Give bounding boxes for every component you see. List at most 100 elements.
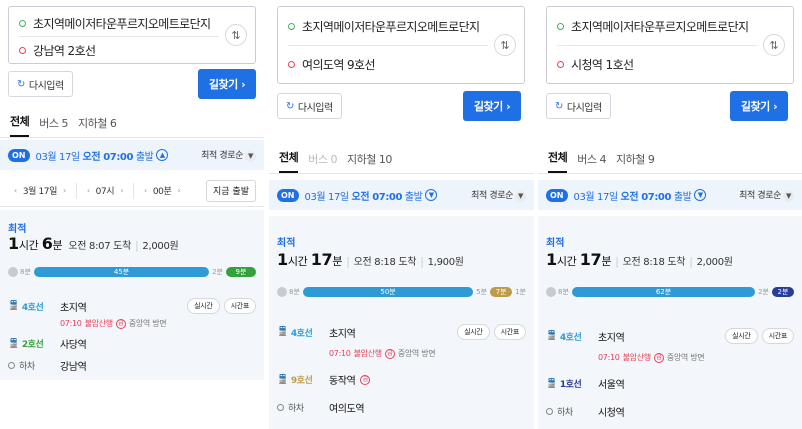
tab-subway[interactable]: 지하철 9 bbox=[616, 151, 655, 173]
result-tabs: 전체 버스 4 지하철 9 bbox=[538, 146, 802, 174]
tab-all[interactable]: 전체 bbox=[279, 149, 299, 173]
realtime-button[interactable]: 실시간 bbox=[187, 298, 220, 314]
route-result[interactable]: 최적 1 시간 17 분 | 오전 8:18 도착 | 1,900원 8분 50… bbox=[269, 216, 534, 429]
divider: | bbox=[134, 239, 139, 252]
departure-toggle[interactable]: ON bbox=[277, 188, 299, 202]
tab-all[interactable]: 전체 bbox=[548, 149, 568, 173]
swap-icon[interactable]: ⇅ bbox=[763, 34, 785, 56]
minutes: 17 bbox=[310, 250, 333, 269]
next-icon[interactable]: › bbox=[120, 186, 123, 195]
minute-value: 00분 bbox=[152, 187, 172, 197]
departure-toggle[interactable]: ON bbox=[546, 188, 568, 202]
next-icon[interactable]: › bbox=[177, 186, 180, 195]
tab-subway[interactable]: 지하철 6 bbox=[78, 115, 117, 137]
tab-all[interactable]: 전체 bbox=[10, 113, 30, 137]
prev-icon[interactable]: ‹ bbox=[144, 186, 147, 195]
express-icon: 급 bbox=[653, 352, 664, 363]
hours-unit: 시간 bbox=[18, 239, 39, 252]
minutes-unit: 분 bbox=[52, 239, 63, 252]
route-result[interactable]: 최적 1 시간 6 분 오전 8:07 도착 | 2,000원 8분 45분 2… bbox=[0, 210, 264, 380]
realtime-button[interactable]: 실시간 bbox=[457, 324, 490, 340]
next-icon[interactable]: › bbox=[63, 186, 66, 195]
timetable-button[interactable]: 시간표 bbox=[493, 324, 526, 340]
chevron-down-icon: ▼ bbox=[515, 191, 526, 202]
departure-text[interactable]: 03월 17일 오전 07:00 출발 bbox=[36, 148, 154, 163]
line-label: 하차 bbox=[8, 359, 60, 372]
origin-field[interactable]: 초지역메이저타운푸르지오메트로단지 bbox=[288, 13, 488, 39]
minute-stepper[interactable]: ‹ 00분 › bbox=[138, 180, 186, 202]
chevron-down-icon[interactable]: ▼ bbox=[694, 189, 707, 201]
ride-duration: 9분 bbox=[235, 268, 247, 276]
train-destination: 불암산행 bbox=[84, 319, 114, 328]
tab-bus[interactable]: 버스 0 bbox=[308, 151, 337, 173]
origin-field[interactable]: 초지역메이저타운푸르지오메트로단지 bbox=[19, 10, 219, 36]
timetable-button[interactable]: 시간표 bbox=[223, 298, 256, 314]
train-time: 07:10 bbox=[598, 353, 620, 362]
origin-text: 초지역메이저타운푸르지오메트로단지 bbox=[302, 19, 480, 34]
realtime-button[interactable]: 실시간 bbox=[725, 328, 758, 344]
route-result[interactable]: 최적 1 시간 17 분 | 오전 8:18 도착 | 2,000원 8분 62… bbox=[538, 216, 802, 429]
line-name: 2호선 bbox=[21, 340, 44, 350]
find-route-button[interactable]: 길찾기 › bbox=[463, 91, 521, 121]
destination-field[interactable]: 강남역 2호선 bbox=[19, 37, 219, 63]
arrival-time: 오전 8:18 도착 bbox=[353, 257, 417, 268]
walk-duration: 2분 bbox=[212, 268, 223, 276]
train-info: 07:10 불암산행 급 중앙역 방면 bbox=[598, 352, 705, 363]
prev-icon[interactable]: ‹ bbox=[14, 186, 17, 195]
date-stepper[interactable]: ‹ 3월 17일 › bbox=[8, 180, 72, 202]
reset-button[interactable]: ↻ 다시입력 bbox=[546, 93, 611, 119]
destination-field[interactable]: 여의도역 9호선 bbox=[288, 51, 488, 77]
departure-suffix: 출발 bbox=[404, 191, 423, 203]
duration-summary: 1 시간 17 분 | 오전 8:18 도착 | 2,000원 bbox=[546, 250, 733, 269]
departure-text[interactable]: 03월 17일 오전 07:00 출발 bbox=[574, 188, 692, 203]
start-dot-icon bbox=[288, 22, 295, 30]
chevron-up-icon[interactable]: ▲ bbox=[156, 149, 169, 161]
swap-icon[interactable]: ⇅ bbox=[494, 34, 516, 56]
route-search-box: 초지역메이저타운푸르지오메트로단지 여의도역 9호선 ⇅ bbox=[277, 6, 525, 84]
route-step: 하차 여의도역 bbox=[277, 400, 526, 415]
sort-dropdown[interactable]: 최적 경로순 ▼ bbox=[201, 148, 256, 162]
tab-bus[interactable]: 버스 4 bbox=[577, 151, 606, 173]
line-name: 하차 bbox=[19, 362, 35, 372]
tab-bus[interactable]: 버스 5 bbox=[39, 115, 68, 137]
walk-segment: 2분 bbox=[758, 287, 769, 297]
date-value: 3월 17일 bbox=[22, 187, 58, 197]
timetable-button[interactable]: 시간표 bbox=[761, 328, 794, 344]
swap-icon[interactable]: ⇅ bbox=[225, 24, 247, 46]
destination-field[interactable]: 시청역 1호선 bbox=[557, 51, 757, 77]
reset-button[interactable]: ↻ 다시입력 bbox=[277, 93, 342, 119]
line-label: 🚆 9호선 bbox=[277, 373, 329, 387]
express-icon: 급 bbox=[384, 348, 395, 359]
chevron-down-icon[interactable]: ▼ bbox=[425, 189, 438, 201]
prev-icon[interactable]: ‹ bbox=[87, 186, 90, 195]
ride-duration: 7분 bbox=[495, 288, 507, 296]
refresh-icon: ↻ bbox=[17, 78, 25, 90]
sort-label: 최적 경로순 bbox=[471, 191, 513, 201]
train-icon: 🚆 bbox=[8, 338, 19, 349]
segment-bar: 8분 45분 2분 9분 bbox=[8, 266, 256, 278]
route-step: 하차 시청역 bbox=[546, 404, 794, 419]
find-route-button[interactable]: 길찾기 › bbox=[198, 69, 256, 99]
departure-time: 오전 07:00 bbox=[82, 151, 134, 163]
sort-dropdown[interactable]: 최적 경로순 ▼ bbox=[471, 188, 526, 202]
route-panel-3: 초지역메이저타운푸르지오메트로단지 시청역 1호선 ⇅ ↻ 다시입력 길찾기 ›… bbox=[538, 0, 802, 429]
find-route-button[interactable]: 길찾기 › bbox=[730, 91, 788, 121]
express-icon: 급 bbox=[360, 374, 371, 385]
departure-text[interactable]: 03월 17일 오전 07:00 출발 bbox=[305, 188, 423, 203]
departure-row: ON 03월 17일 오전 07:00 출발 ▼ 최적 경로순 ▼ bbox=[269, 180, 534, 210]
direction: 중앙역 방면 bbox=[666, 353, 705, 362]
walk-segment: 2분 bbox=[212, 267, 223, 277]
origin-text: 초지역메이저타운푸르지오메트로단지 bbox=[33, 16, 211, 31]
line-label: 하차 bbox=[277, 401, 329, 414]
segment-bar: 8분 50분 5분 7분 1분 bbox=[277, 286, 526, 298]
direction: 중앙역 방면 bbox=[128, 319, 167, 328]
origin-field[interactable]: 초지역메이저타운푸르지오메트로단지 bbox=[557, 13, 757, 39]
reset-button[interactable]: ↻ 다시입력 bbox=[8, 71, 73, 97]
time-picker: ‹ 3월 17일 › ‹ 07시 › ‹ 00분 › 지금 출발 bbox=[0, 175, 264, 207]
depart-now-button[interactable]: 지금 출발 bbox=[206, 179, 256, 202]
sort-dropdown[interactable]: 최적 경로순 ▼ bbox=[739, 188, 794, 202]
hours-unit: 시간 bbox=[556, 255, 577, 268]
tab-subway[interactable]: 지하철 10 bbox=[347, 151, 392, 173]
hour-stepper[interactable]: ‹ 07시 › bbox=[81, 180, 129, 202]
departure-toggle[interactable]: ON bbox=[8, 148, 30, 162]
